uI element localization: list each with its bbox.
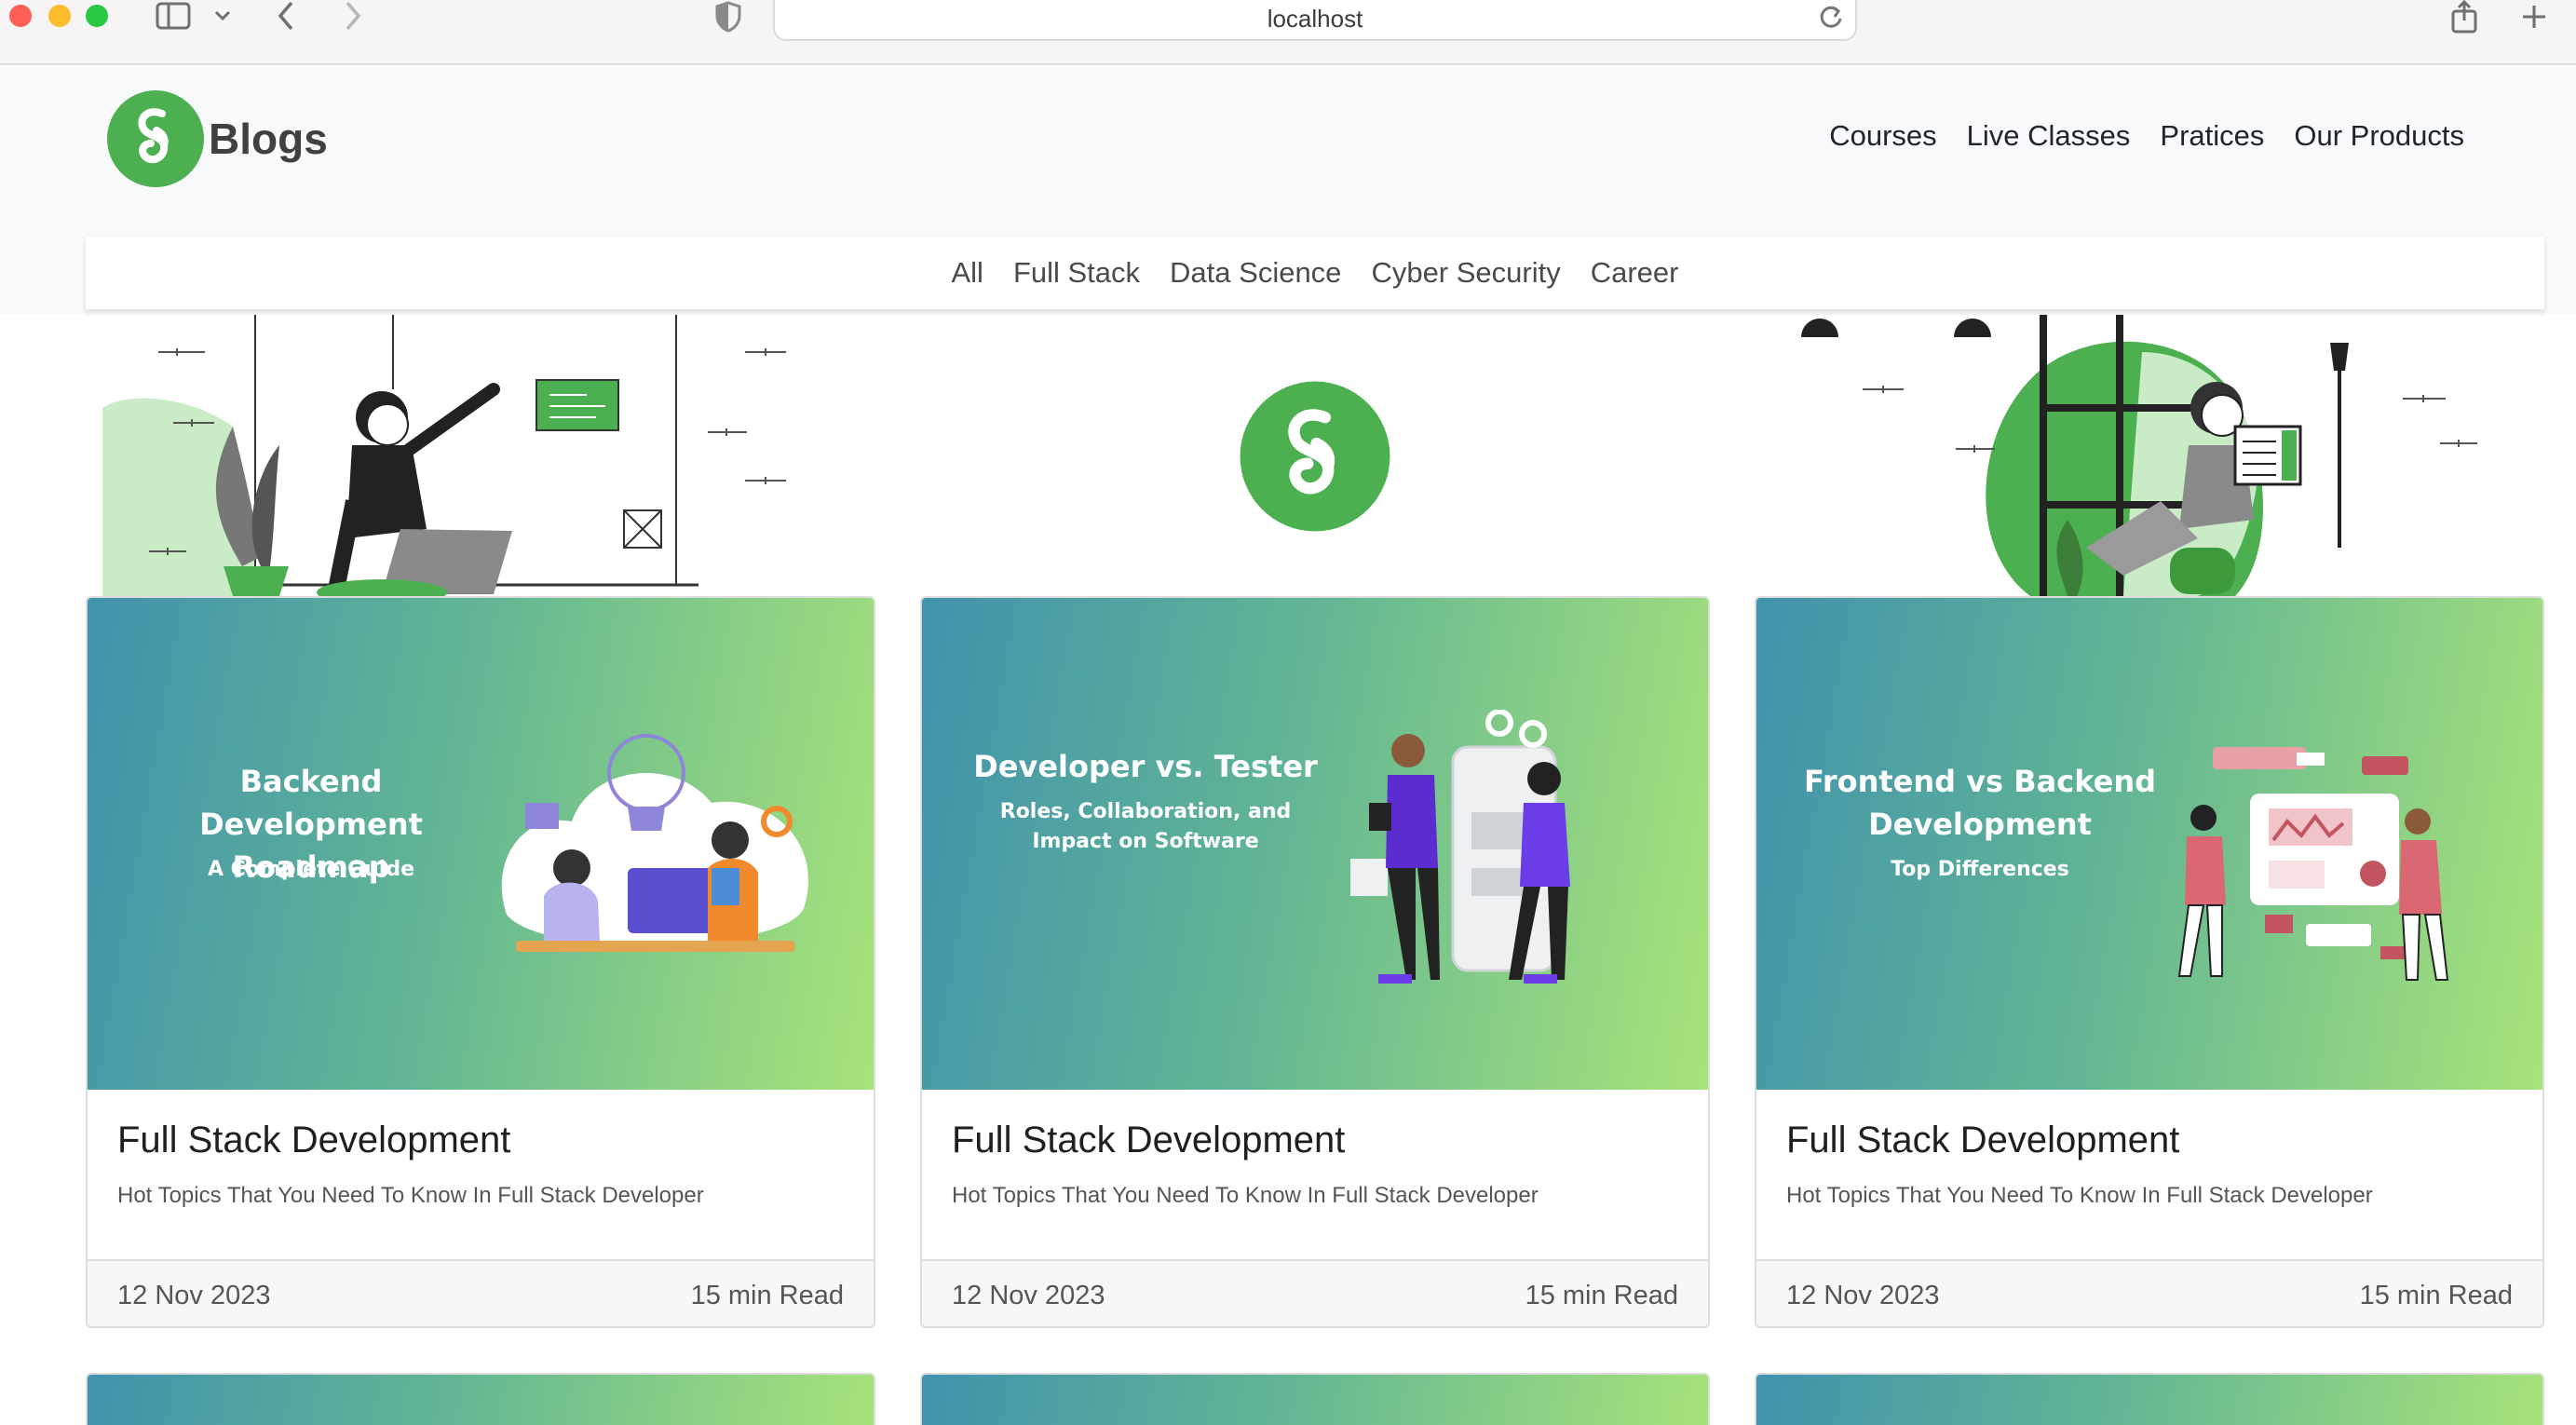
- card-date: 12 Nov 2023: [1786, 1280, 1940, 1310]
- site-header: Blogs Courses Live Classes Pratices Our …: [0, 67, 2576, 315]
- card-description: Hot Topics That You Need To Know In Full…: [952, 1183, 1539, 1208]
- category-cyber-security[interactable]: Cyber Security: [1371, 256, 1560, 290]
- nav-our-products[interactable]: Our Products: [2294, 119, 2464, 153]
- category-bar: All Full Stack Data Science Cyber Securi…: [86, 237, 2544, 309]
- sidebar-toggle-icon[interactable]: [155, 0, 192, 32]
- browser-toolbar: localhost: [0, 0, 2576, 65]
- category-data-science[interactable]: Data Science: [1170, 256, 1341, 290]
- center-logo-icon: [1240, 381, 1390, 532]
- banner-title: Developer vs. Tester: [973, 749, 1318, 784]
- banner-subtitle: A Complete Guide: [207, 858, 415, 881]
- card-read-time: 15 min Read: [1525, 1280, 1678, 1310]
- frontend-backend-illustration: [2177, 747, 2449, 981]
- category-full-stack[interactable]: Full Stack: [1013, 256, 1140, 290]
- card-banner: Frontend vs Backend Development Top Diff…: [1756, 598, 2542, 1090]
- logo-mark-icon: [107, 90, 204, 187]
- banner-subtitle: Top Differences: [1891, 858, 2069, 881]
- blog-card[interactable]: Developer vs. Tester Roles, Collaboratio…: [920, 596, 1710, 1328]
- category-career[interactable]: Career: [1591, 256, 1679, 290]
- brand-name: Blogs: [209, 115, 328, 163]
- page: localhost Blogs Courses Live Classes Pra…: [0, 0, 2576, 1425]
- back-arrow-icon[interactable]: [272, 0, 300, 32]
- share-icon[interactable]: [2447, 0, 2481, 34]
- backend-team-illustration: [501, 734, 808, 952]
- shield-icon[interactable]: [713, 0, 743, 34]
- card-description: Hot Topics That You Need To Know In Full…: [117, 1183, 704, 1208]
- blog-card-partial[interactable]: [86, 1373, 875, 1425]
- reader-illustration-right: [1801, 315, 2477, 596]
- blog-card-partial[interactable]: [920, 1373, 1710, 1425]
- main-nav: Courses Live Classes Pratices Our Produc…: [1829, 119, 2464, 153]
- developer-illustration-left: [102, 315, 786, 596]
- new-tab-icon[interactable]: [2518, 0, 2550, 34]
- card-date: 12 Nov 2023: [117, 1280, 271, 1310]
- card-description: Hot Topics That You Need To Know In Full…: [1786, 1183, 2373, 1208]
- forward-arrow-icon[interactable]: [339, 0, 367, 32]
- minimize-window-button[interactable]: [48, 5, 71, 27]
- banner-title: Frontend vs Backend Development: [1804, 764, 2156, 842]
- address-bar-url: localhost: [1267, 4, 1363, 33]
- card-read-time: 15 min Read: [2359, 1280, 2513, 1310]
- card-banner: Backend Development Roadmap A Complete G…: [88, 598, 874, 1090]
- site-logo[interactable]: Blogs: [106, 89, 328, 188]
- hero-banner: [0, 315, 2576, 596]
- address-bar[interactable]: localhost: [773, 0, 1857, 41]
- close-window-button[interactable]: [9, 5, 32, 27]
- blog-card[interactable]: Backend Development Roadmap A Complete G…: [86, 596, 875, 1328]
- card-footer: 12 Nov 2023 15 min Read: [88, 1259, 874, 1326]
- banner-subtitle: Roles, Collaboration, and Impact on Soft…: [999, 800, 1292, 853]
- blog-card-partial[interactable]: [1755, 1373, 2544, 1425]
- card-title[interactable]: Full Stack Development: [1786, 1120, 2179, 1161]
- card-footer: 12 Nov 2023 15 min Read: [922, 1259, 1708, 1326]
- card-footer: 12 Nov 2023 15 min Read: [1756, 1259, 2542, 1326]
- reload-icon[interactable]: [1818, 4, 1844, 36]
- maximize-window-button[interactable]: [86, 5, 108, 27]
- card-date: 12 Nov 2023: [952, 1280, 1105, 1310]
- chevron-down-icon[interactable]: [210, 0, 235, 32]
- blog-card[interactable]: Frontend vs Backend Development Top Diff…: [1755, 596, 2544, 1328]
- developer-tester-illustration: [1350, 710, 1570, 984]
- card-title[interactable]: Full Stack Development: [117, 1120, 510, 1161]
- card-read-time: 15 min Read: [690, 1280, 844, 1310]
- category-all[interactable]: All: [951, 256, 983, 290]
- nav-courses[interactable]: Courses: [1829, 119, 1936, 153]
- card-banner: Developer vs. Tester Roles, Collaboratio…: [922, 598, 1708, 1090]
- card-title[interactable]: Full Stack Development: [952, 1120, 1345, 1161]
- nav-live-classes[interactable]: Live Classes: [1967, 119, 2131, 153]
- nav-pratices[interactable]: Pratices: [2160, 119, 2264, 153]
